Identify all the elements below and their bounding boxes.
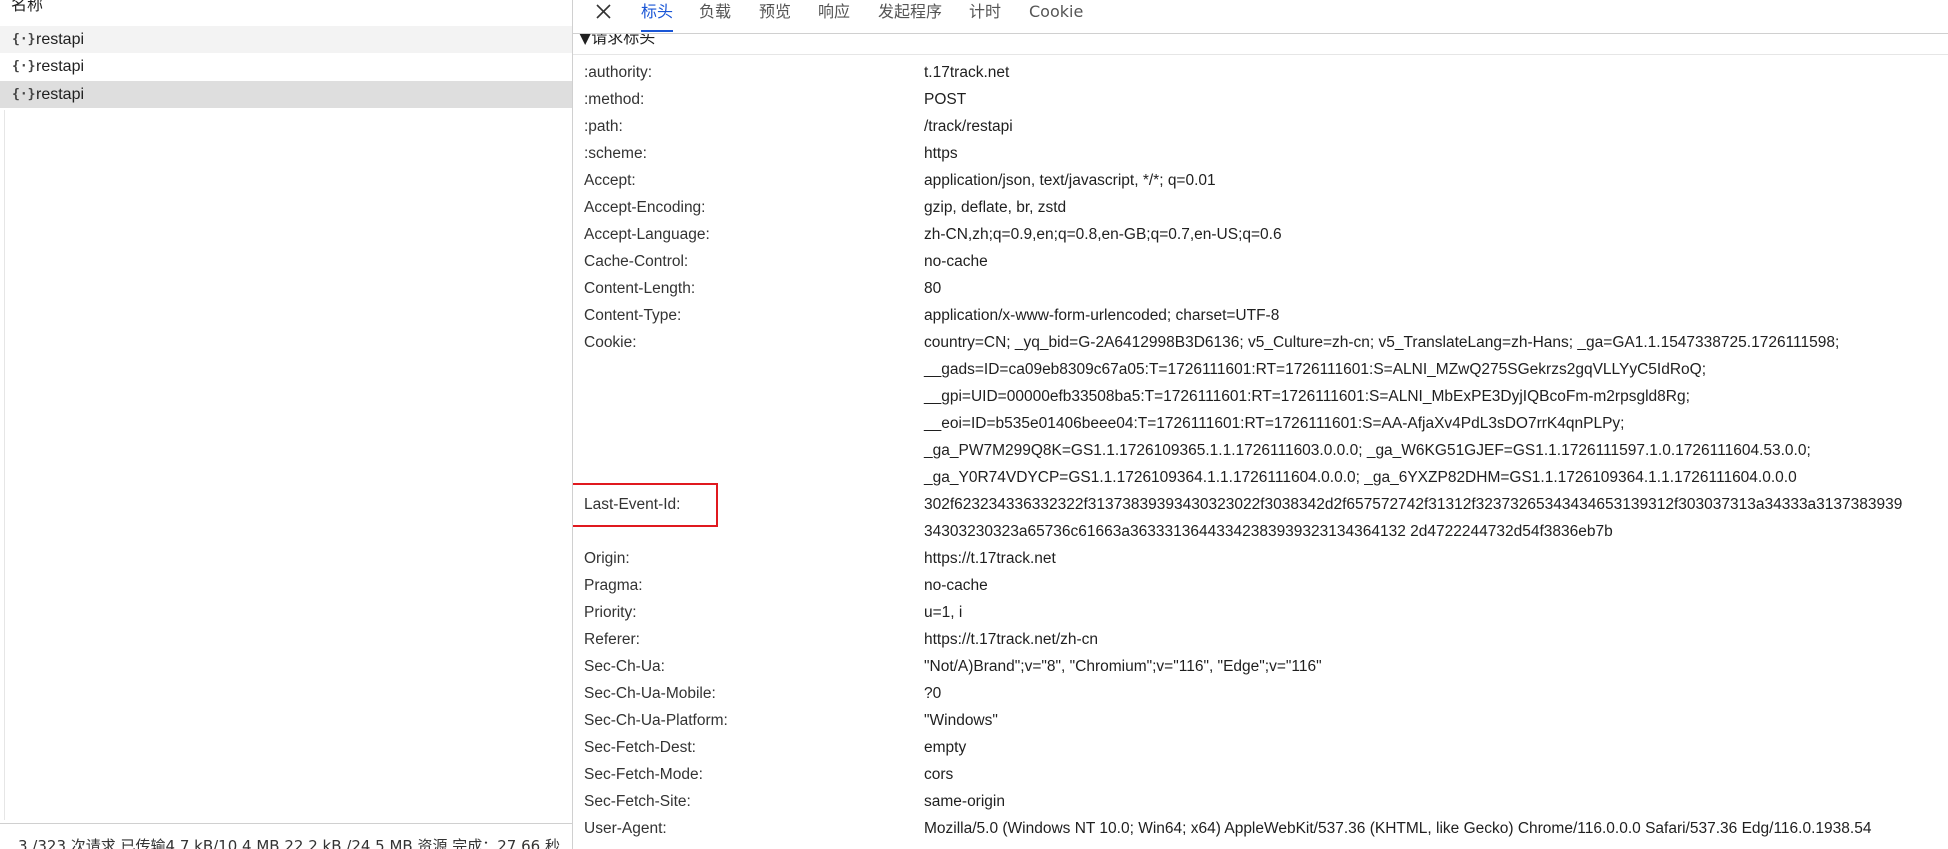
header-value: "Windows"	[924, 712, 998, 729]
header-value: zh-CN,zh;q=0.9,en;q=0.8,en-GB;q=0.7,en-U…	[924, 226, 1282, 243]
request-name: restapi	[36, 86, 85, 103]
header-name: Accept:	[584, 172, 636, 189]
header-name: Cookie:	[584, 334, 637, 351]
header-value: gzip, deflate, br, zstd	[924, 199, 1067, 216]
header-value: country=CN; _yq_bid=G-2A6412998B3D6136; …	[924, 334, 1840, 351]
header-name: :scheme:	[584, 145, 647, 162]
header-value: no-cache	[924, 577, 988, 594]
request-list-pane: 名称 {·} restapi {·} restapi {·} restapi 3…	[0, 0, 573, 849]
header-value: 302f623234336332322f31373839393430323022…	[924, 496, 1903, 513]
json-icon: {·}	[12, 59, 36, 74]
header-value: "Not/A)Brand";v="8", "Chromium";v="116",…	[924, 658, 1322, 675]
request-details-pane: 标头 负载 预览 响应 发起程序 计时 Cookie ▼请求标头 :author…	[573, 0, 1948, 849]
request-row[interactable]: {·} restapi	[0, 53, 572, 80]
close-icon[interactable]	[591, 0, 617, 26]
header-value: same-origin	[924, 793, 1005, 810]
request-headers-section-toggle[interactable]: ▼请求标头	[573, 34, 1948, 55]
header-value: POST	[924, 91, 967, 108]
list-divider	[4, 110, 5, 820]
status-summary-bar: 3 /323 次请求 已传输4.7 kB/10.4 MB 22.2 kB /24…	[0, 823, 572, 849]
header-name: Content-Length:	[584, 280, 696, 297]
highlight-annotation-box	[573, 483, 718, 527]
request-row-selected[interactable]: {·} restapi	[0, 81, 572, 108]
status-summary-text: 3 /323 次请求 已传输4.7 kB/10.4 MB 22.2 kB /24…	[18, 837, 560, 849]
header-value: _ga_Y0R74VDYCP=GS1.1.1726109364.1.1.1726…	[924, 469, 1797, 486]
header-name: :authority:	[584, 64, 653, 81]
header-name: Accept-Language:	[584, 226, 710, 243]
json-icon: {·}	[12, 87, 36, 102]
header-value: https://t.17track.net/zh-cn	[924, 631, 1099, 648]
header-value: application/json, text/javascript, */*; …	[924, 172, 1216, 189]
tab-response[interactable]: 响应	[818, 0, 850, 30]
header-value: __eoi=ID=b535e01406beee04:T=1726111601:R…	[924, 415, 1625, 432]
header-name: User-Agent:	[584, 820, 667, 837]
header-name: Sec-Ch-Ua-Mobile:	[584, 685, 716, 702]
json-icon: {·}	[12, 32, 36, 47]
header-name: Origin:	[584, 550, 630, 567]
tab-payload[interactable]: 负载	[699, 0, 731, 30]
details-tab-bar: 标头 负载 预览 响应 发起程序 计时 Cookie	[573, 0, 1948, 34]
header-value: /track/restapi	[924, 118, 1013, 135]
header-name: Referer:	[584, 631, 640, 648]
header-value: cors	[924, 766, 954, 783]
header-value: t.17track.net	[924, 64, 1010, 81]
header-name: :path:	[584, 118, 623, 135]
tab-timing[interactable]: 计时	[969, 0, 1001, 30]
header-name: Sec-Ch-Ua:	[584, 658, 665, 675]
header-name: Content-Type:	[584, 307, 682, 324]
name-column-label: 名称	[11, 0, 44, 14]
header-value: Mozilla/5.0 (Windows NT 10.0; Win64; x64…	[924, 820, 1872, 837]
header-value: no-cache	[924, 253, 988, 270]
header-name: Sec-Fetch-Site:	[584, 793, 691, 810]
header-value: 80	[924, 280, 942, 297]
tab-cookies[interactable]: Cookie	[1029, 0, 1083, 30]
tab-headers[interactable]: 标头	[641, 0, 674, 32]
header-name: Sec-Fetch-Dest:	[584, 739, 696, 756]
header-name: :method:	[584, 91, 645, 108]
header-value: https	[924, 145, 958, 162]
header-name: Accept-Encoding:	[584, 199, 706, 216]
request-name: restapi	[36, 31, 85, 48]
header-name: Sec-Ch-Ua-Platform:	[584, 712, 728, 729]
header-value: application/x-www-form-urlencoded; chars…	[924, 307, 1280, 324]
name-column-header[interactable]: 名称	[0, 0, 572, 27]
header-value: ?0	[924, 685, 942, 702]
request-name: restapi	[36, 58, 85, 75]
header-value: https://t.17track.net	[924, 550, 1056, 567]
tab-initiator[interactable]: 发起程序	[878, 0, 942, 30]
header-value: empty	[924, 739, 967, 756]
header-value: 34303230323a65736c61663a3633313644334238…	[924, 523, 1613, 540]
header-value: __gads=ID=ca09eb8309c67a05:T=1726111601:…	[924, 361, 1707, 378]
request-row[interactable]: {·} restapi	[0, 26, 572, 53]
header-name: Sec-Fetch-Mode:	[584, 766, 703, 783]
header-value: _ga_PW7M299Q8K=GS1.1.1726109365.1.1.1726…	[924, 442, 1811, 459]
tab-preview[interactable]: 预览	[759, 0, 791, 30]
header-value: u=1, i	[924, 604, 963, 621]
header-value: __gpi=UID=00000efb33508ba5:T=1726111601:…	[924, 388, 1690, 405]
header-name: Priority:	[584, 604, 637, 621]
section-title: ▼请求标头	[579, 34, 656, 47]
header-name: Pragma:	[584, 577, 643, 594]
header-name: Cache-Control:	[584, 253, 689, 270]
